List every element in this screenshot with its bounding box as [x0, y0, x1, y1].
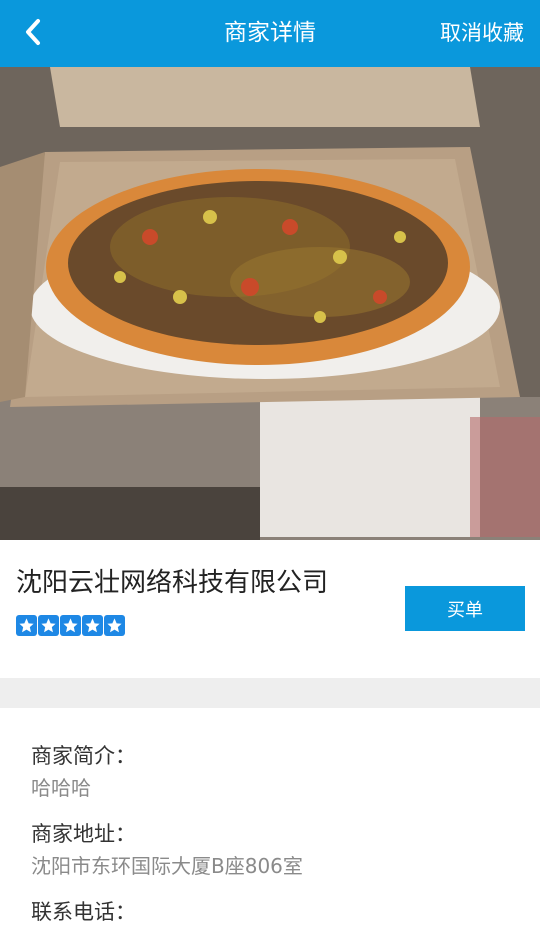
address-label: 商家地址： — [31, 822, 136, 846]
star-rating — [16, 615, 125, 636]
merchant-details: 商家简介： 哈哈哈 商家地址： 沈阳市东环国际大厦B座806室 联系电话： — [0, 708, 540, 924]
address-value: 沈阳市东环国际大厦B座806室 — [31, 854, 303, 878]
star-icon — [16, 615, 37, 636]
unfavorite-button[interactable]: 取消收藏 — [440, 16, 524, 50]
intro-label: 商家简介： — [31, 744, 136, 768]
phone-label: 联系电话： — [31, 900, 136, 924]
chevron-left-icon — [22, 17, 44, 51]
star-icon — [104, 615, 125, 636]
star-icon — [38, 615, 59, 636]
star-icon — [82, 615, 103, 636]
section-divider — [0, 678, 540, 708]
merchant-name: 沈阳云壮网络科技有限公司 — [16, 568, 329, 598]
back-button[interactable] — [12, 13, 54, 55]
header-bar: 商家详情 取消收藏 — [0, 0, 540, 67]
merchant-photo — [0, 67, 540, 540]
intro-value: 哈哈哈 — [31, 776, 91, 800]
pay-bill-button[interactable]: 买单 — [405, 586, 525, 631]
star-icon — [60, 615, 81, 636]
